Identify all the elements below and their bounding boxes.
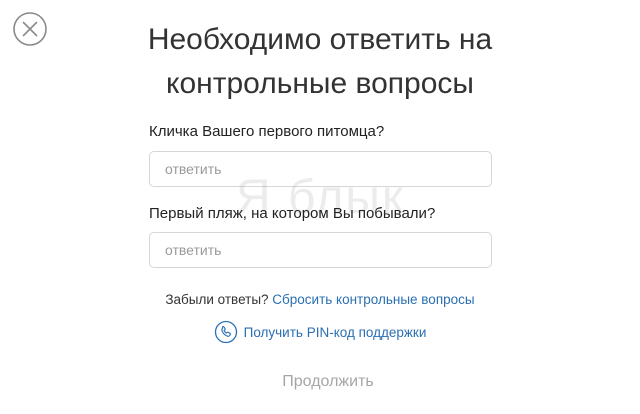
- answer-2-input[interactable]: [149, 232, 492, 268]
- support-pin-row: Получить PIN-код поддержки: [0, 320, 640, 344]
- get-support-pin-link[interactable]: Получить PIN-код поддержки: [244, 325, 427, 340]
- page-title-line-2: контрольные вопросы: [166, 67, 474, 100]
- reset-questions-link[interactable]: Сбросить контрольные вопросы: [272, 292, 474, 307]
- security-questions-dialog: Необходимо ответить на контрольные вопро…: [0, 0, 640, 414]
- phone-icon: [214, 320, 238, 344]
- question-1-label: Кличка Вашего первого питомца?: [149, 123, 385, 140]
- page-title: Необходимо ответить на контрольные вопро…: [0, 18, 640, 106]
- forgot-answers-text: Забыли ответы?: [165, 292, 273, 307]
- answer-1-input[interactable]: [149, 151, 492, 187]
- question-2-label: Первый пляж, на котором Вы побывали?: [149, 205, 436, 222]
- continue-button[interactable]: Продолжить: [253, 368, 403, 396]
- forgot-answers-row: Забыли ответы? Сбросить контрольные вопр…: [0, 292, 640, 307]
- page-title-line-1: Необходимо ответить на: [147, 23, 493, 56]
